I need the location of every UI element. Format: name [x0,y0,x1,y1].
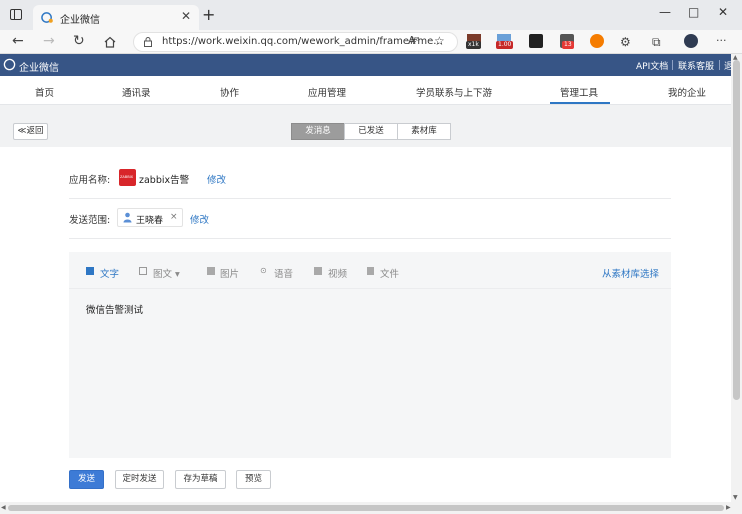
lock-icon [144,37,152,47]
tab-send-message[interactable]: 发消息 [291,123,345,140]
news-icon [139,267,147,275]
nav-customer-contact[interactable]: 学员联系与上下游 [416,85,492,99]
recipient-chip: 王晓春 × [117,208,183,227]
extension-icon[interactable]: 1.00 [496,34,514,49]
nav-app-management[interactable]: 应用管理 [308,85,346,99]
file-icon [367,267,374,275]
browser-tab-bar: 企业微信 ✕ + — □ ✕ [0,0,742,30]
editor-divider [69,288,671,289]
header-divider [719,60,720,70]
edit-scope-link[interactable]: 修改 [190,212,209,226]
nav-collaboration[interactable]: 协作 [220,85,239,99]
voice-icon: ⊙ [260,266,267,275]
active-nav-indicator [550,102,610,104]
url-text: https://work.weixin.qq.com/wework_admin/… [162,36,443,47]
wework-header: 企业微信 API文档 联系客服 退 [0,54,742,76]
zabbix-app-icon: ZABBIX [119,169,136,186]
favorite-star-icon[interactable]: ☆ [434,34,445,48]
nav-management-tools[interactable]: 管理工具 [560,85,598,99]
tab-material-library[interactable]: 素材库 [397,123,451,140]
profile-avatar[interactable] [684,34,698,48]
collections-icon[interactable]: ⧉ [652,35,661,50]
extension-badge: x1k [466,41,481,49]
back-button[interactable]: ≪返回 [13,123,48,140]
nav-my-company[interactable]: 我的企业 [668,85,706,99]
app-icon-text: ZABBIX [120,175,134,179]
send-button[interactable]: 发送 [69,470,104,489]
tool-news[interactable]: 图文 ▾ [153,266,180,280]
minimize-icon[interactable]: — [659,5,671,19]
extension-badge: 1.00 [496,41,514,49]
scroll-right-icon[interactable]: ▶ [726,504,731,511]
form-divider [69,198,671,199]
browser-toolbar: ← → ↻ https://work.weixin.qq.com/wework_… [0,30,742,54]
extension-icon[interactable]: x1k [466,34,481,49]
image-icon [207,267,215,275]
tab-sent[interactable]: 已发送 [344,123,398,140]
nav-contacts[interactable]: 通讯录 [122,85,151,99]
message-editor: 文字 图文 ▾ 图片 ⊙ 语音 视频 文件 从素材库选择 微信告警测试 [69,252,671,458]
user-icon [123,212,132,223]
tool-file[interactable]: 文件 [380,266,399,280]
tab-title: 企业微信 [60,15,100,26]
api-docs-link[interactable]: API文档 [636,59,668,72]
message-form: 应用名称: ZABBIX zabbix告警 修改 发送范围: 王晓春 × 修改 … [0,147,731,502]
close-window-icon[interactable]: ✕ [718,5,728,19]
refresh-icon[interactable]: ↻ [73,33,85,49]
schedule-send-button[interactable]: 定时发送 [115,470,164,489]
app-name-label: 应用名称: [69,175,111,186]
tool-text[interactable]: 文字 [100,266,119,280]
app-name-value: zabbix告警 [139,175,190,186]
extension-icon[interactable] [590,34,604,48]
maximize-icon[interactable]: □ [688,5,699,19]
save-draft-button[interactable]: 存为草稿 [175,470,226,489]
new-tab-button[interactable]: + [202,5,215,24]
extension-icon[interactable]: 13 [560,34,574,49]
extensions-puzzle-icon[interactable]: ⚙ [620,35,631,49]
preview-button[interactable]: 预览 [236,470,271,489]
read-aloud-icon[interactable]: Aᵃ [408,34,420,47]
message-textarea[interactable]: 微信告警测试 [86,302,143,316]
wework-logo-icon [3,58,16,71]
scroll-left-icon[interactable]: ◀ [1,504,6,511]
nav-home[interactable]: 首页 [35,85,54,99]
horizontal-scrollbar[interactable]: ◀ ▶ [0,502,742,514]
tool-image[interactable]: 图片 [220,266,239,280]
home-icon[interactable] [104,36,116,48]
extension-icon[interactable] [529,34,543,48]
tab-close-icon[interactable]: ✕ [181,9,191,23]
more-menu-icon[interactable]: ··· [716,34,727,47]
choose-from-library-link[interactable]: 从素材库选择 [602,266,659,280]
wework-brand: 企业微信 [19,63,59,74]
wework-favicon-icon [41,12,53,23]
browser-tab[interactable]: 企业微信 ✕ [33,5,199,30]
scroll-down-icon[interactable]: ▼ [733,494,738,501]
tab-actions-icon[interactable] [10,9,22,20]
send-scope-label: 发送范围: [69,215,111,226]
remove-recipient-icon[interactable]: × [170,212,178,222]
tool-voice[interactable]: 语音 [274,266,293,280]
horizontal-scroll-thumb[interactable] [8,505,724,511]
sub-toolbar: ≪返回 发消息 已发送 素材库 [0,105,731,147]
contact-support-link[interactable]: 联系客服 [678,59,714,72]
tool-video[interactable]: 视频 [328,266,347,280]
header-divider [672,60,673,70]
forward-arrow-icon[interactable]: → [43,33,55,49]
back-arrow-icon[interactable]: ← [12,33,24,49]
edit-app-link[interactable]: 修改 [207,172,226,186]
text-icon [86,267,94,275]
video-icon [314,267,322,275]
form-divider [69,238,671,239]
vertical-scrollbar[interactable]: ▲ ▼ [731,54,742,502]
recipient-name: 王晓春 [136,216,164,226]
extension-badge: 13 [562,41,574,49]
vertical-scroll-thumb[interactable] [733,60,740,400]
main-nav: 首页 通讯录 协作 应用管理 学员联系与上下游 管理工具 我的企业 [0,76,742,105]
address-bar[interactable]: https://work.weixin.qq.com/wework_admin/… [133,32,458,52]
